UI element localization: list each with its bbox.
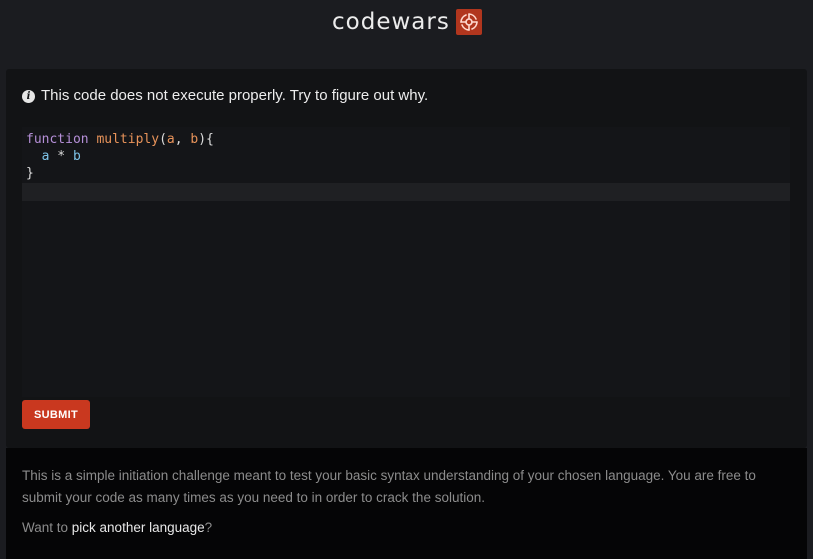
code-line-1[interactable]: function multiply(a, b){ <box>26 131 214 148</box>
expr-b: b <box>72 149 81 164</box>
want-prefix: Want to <box>22 520 72 535</box>
header: codewars <box>0 0 813 68</box>
close-paren-brace: ){ <box>198 132 214 147</box>
code-line-3[interactable]: } <box>26 165 34 182</box>
code-line-2[interactable]: a * b <box>26 148 81 165</box>
codewars-logo[interactable]: codewars <box>332 6 482 38</box>
pick-language-link[interactable]: pick another language <box>72 520 205 535</box>
want-suffix: ? <box>204 520 213 535</box>
code-editor[interactable]: function multiply(a, b){ a * b } <box>22 127 790 397</box>
param-comma: , <box>174 132 191 147</box>
logo-text: codewars <box>332 9 450 35</box>
active-line-highlight[interactable] <box>22 183 790 201</box>
description-panel: This is a simple initiation challenge me… <box>6 448 807 559</box>
submit-button[interactable]: SUBMIT <box>22 400 90 429</box>
keyword-function: function <box>26 132 89 147</box>
codewars-emblem-icon <box>455 9 482 35</box>
instruction-text: This code does not execute properly. Try… <box>41 87 429 104</box>
param-a: a <box>166 132 175 147</box>
challenge-description: This is a simple initiation challenge me… <box>22 468 756 505</box>
instruction-row: i This code does not execute properly. T… <box>22 87 428 105</box>
info-icon: i <box>22 89 35 103</box>
expr-operator: * <box>49 149 73 164</box>
challenge-card: i This code does not execute properly. T… <box>6 69 807 448</box>
page: codewars i This code does not execute pr… <box>0 0 813 559</box>
language-prompt: Want to pick another language? <box>22 517 212 539</box>
function-name: multiply <box>96 132 160 147</box>
open-paren: ( <box>159 132 167 147</box>
